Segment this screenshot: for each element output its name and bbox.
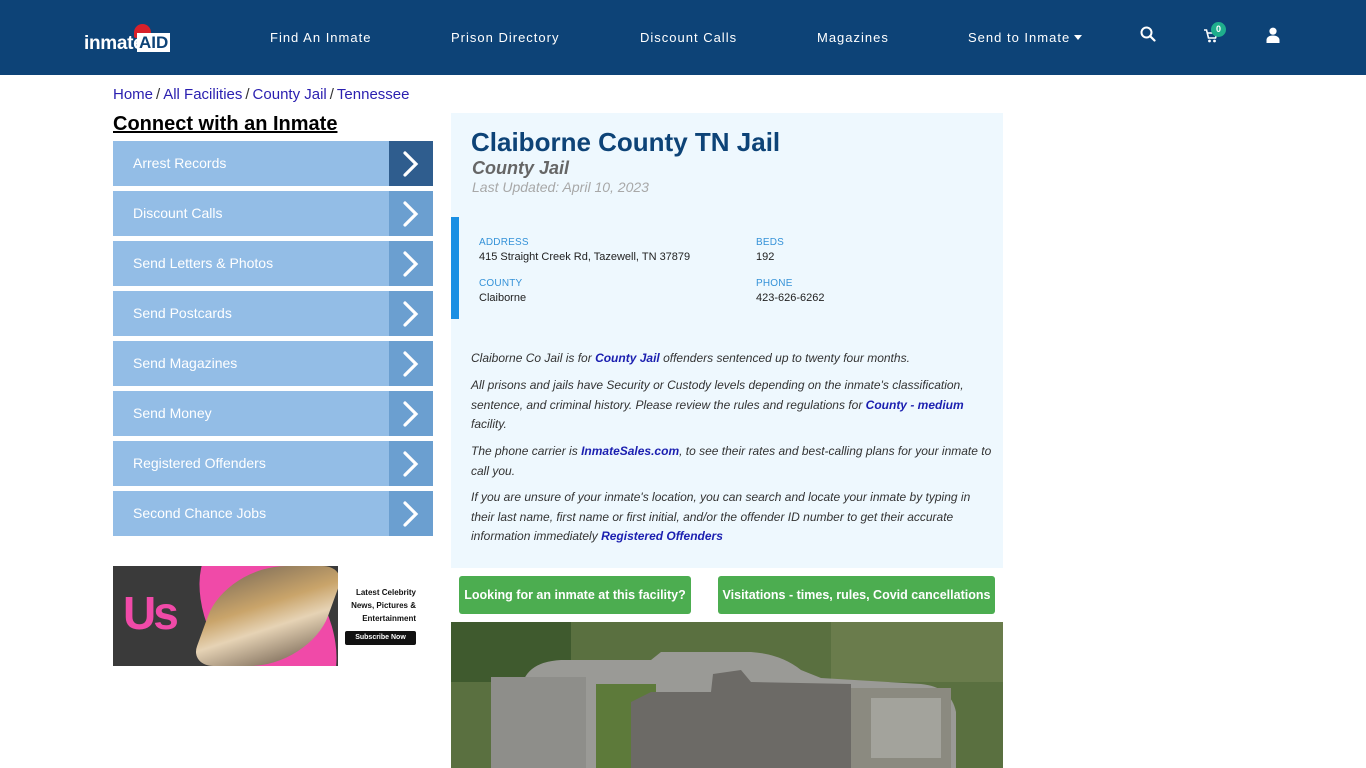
text: The phone carrier is bbox=[471, 444, 582, 458]
search-icon[interactable] bbox=[1140, 26, 1160, 46]
nav-prison-directory[interactable]: Prison Directory bbox=[451, 30, 559, 45]
sidebar-item-send-magazines[interactable]: Send Magazines bbox=[113, 341, 433, 386]
chevron-right-icon bbox=[389, 191, 433, 236]
description-paragraph: Claiborne Co Jail is for County Jail off… bbox=[471, 349, 996, 369]
facility-card: Claiborne County TN Jail County Jail Las… bbox=[451, 113, 1003, 568]
sidebar-item-send-money[interactable]: Send Money bbox=[113, 391, 433, 436]
nav-send-to-inmate[interactable]: Send to Inmate bbox=[968, 30, 1083, 45]
text: offenders sentenced up to twenty four mo… bbox=[659, 351, 910, 365]
address-label: ADDRESS bbox=[479, 237, 529, 248]
sidebar-item-label: Send Magazines bbox=[133, 355, 238, 371]
beds-label: BEDS bbox=[756, 237, 785, 248]
chevron-right-icon bbox=[389, 341, 433, 386]
sidebar-item-second-chance-jobs[interactable]: Second Chance Jobs bbox=[113, 491, 433, 536]
county-medium-link[interactable]: County - medium bbox=[866, 398, 964, 412]
chevron-right-icon bbox=[389, 141, 433, 186]
sidebar-item-send-letters-photos[interactable]: Send Letters & Photos bbox=[113, 241, 433, 286]
description-paragraph: The phone carrier is InmateSales.com, to… bbox=[471, 442, 996, 481]
phone-label: PHONE bbox=[756, 278, 793, 289]
ad-brand-logo: Us bbox=[123, 587, 179, 639]
sidebar-item-label: Arrest Records bbox=[133, 155, 227, 171]
inmatesales-link[interactable]: InmateSales.com bbox=[581, 444, 679, 458]
facility-type: County Jail bbox=[472, 158, 570, 178]
breadcrumb-home[interactable]: Home bbox=[113, 86, 153, 103]
address-value: 415 Straight Creek Rd, Tazewell, TN 3787… bbox=[479, 251, 691, 263]
breadcrumb: Home / All Facilities / County Jail / Tennesse… bbox=[113, 86, 409, 103]
nav-magazines[interactable]: Magazines bbox=[817, 30, 889, 45]
connect-menu: Arrest Records Discount Calls Send Lette… bbox=[113, 141, 433, 541]
inmateaid-logo[interactable]: inmate AID bbox=[84, 24, 184, 54]
text: Claiborne Co Jail is for bbox=[471, 351, 596, 365]
facility-aerial-photo bbox=[451, 622, 1003, 768]
top-navbar: inmate AID Find An Inmate Prison Directo… bbox=[0, 0, 1366, 75]
county-field: COUNTY Claiborne bbox=[479, 278, 526, 304]
county-value: Claiborne bbox=[479, 292, 527, 304]
phone-field: PHONE 423-626-6262 bbox=[756, 278, 825, 304]
sidebar-item-label: Send Letters & Photos bbox=[133, 255, 274, 271]
us-weekly-ad-banner[interactable]: Us Latest Celebrity News, Pictures & Ent… bbox=[113, 566, 433, 666]
text: facility. bbox=[471, 417, 507, 431]
sidebar-item-label: Send Money bbox=[133, 405, 212, 421]
address-field: ADDRESS 415 Straight Creek Rd, Tazewell,… bbox=[479, 237, 690, 263]
breadcrumb-separator: / bbox=[245, 86, 250, 103]
county-jail-link[interactable]: County Jail bbox=[595, 351, 660, 365]
sidebar-item-registered-offenders[interactable]: Registered Offenders bbox=[113, 441, 433, 486]
sidebar-item-label: Second Chance Jobs bbox=[133, 505, 267, 521]
breadcrumb-separator: / bbox=[156, 86, 161, 103]
ad-tagline: Latest Celebrity News, Pictures & Entert… bbox=[351, 588, 416, 623]
chevron-right-icon bbox=[389, 241, 433, 286]
sidebar-item-discount-calls[interactable]: Discount Calls bbox=[113, 191, 433, 236]
description-paragraph: If you are unsure of your inmate's locat… bbox=[471, 488, 996, 547]
sidebar-item-label: Discount Calls bbox=[133, 205, 223, 221]
county-label: COUNTY bbox=[479, 278, 523, 289]
breadcrumb-separator: / bbox=[329, 86, 334, 103]
description-paragraph: All prisons and jails have Security or C… bbox=[471, 376, 996, 435]
chevron-right-icon bbox=[389, 491, 433, 536]
sidebar-item-send-postcards[interactable]: Send Postcards bbox=[113, 291, 433, 336]
nav-find-an-inmate[interactable]: Find An Inmate bbox=[270, 30, 371, 45]
nav-discount-calls[interactable]: Discount Calls bbox=[640, 30, 737, 45]
info-accent-bar bbox=[451, 217, 459, 319]
chevron-right-icon bbox=[389, 441, 433, 486]
visitations-button[interactable]: Visitations - times, rules, Covid cancel… bbox=[718, 576, 995, 614]
sidebar-item-arrest-records[interactable]: Arrest Records bbox=[113, 141, 433, 186]
nav-send-to-inmate-label: Send to Inmate bbox=[968, 30, 1071, 45]
last-updated: Last Updated: April 10, 2023 bbox=[472, 179, 649, 195]
sidebar-item-label: Registered Offenders bbox=[133, 455, 266, 471]
beds-value: 192 bbox=[756, 251, 775, 263]
chevron-right-icon bbox=[389, 391, 433, 436]
caret-down-icon bbox=[1074, 35, 1083, 40]
breadcrumb-tennessee[interactable]: Tennessee bbox=[337, 86, 410, 103]
registered-offenders-link[interactable]: Registered Offenders bbox=[601, 529, 723, 543]
sidebar-item-label: Send Postcards bbox=[133, 305, 232, 321]
cart-count-badge: 0 bbox=[1211, 22, 1226, 37]
aerial-image bbox=[451, 622, 1003, 768]
ad-subscribe-button[interactable]: Subscribe Now bbox=[345, 631, 416, 645]
connect-with-inmate-heading: Connect with an Inmate bbox=[113, 113, 338, 135]
phone-value[interactable]: 423-626-6262 bbox=[756, 292, 825, 304]
beds-field: BEDS 192 bbox=[756, 237, 784, 263]
breadcrumb-county-jail[interactable]: County Jail bbox=[253, 86, 327, 103]
chevron-right-icon bbox=[389, 291, 433, 336]
breadcrumb-all-facilities[interactable]: All Facilities bbox=[163, 86, 242, 103]
logo-accent: AID bbox=[137, 33, 171, 52]
find-inmate-at-facility-button[interactable]: Looking for an inmate at this facility? bbox=[459, 576, 691, 614]
facility-title: Claiborne County TN Jail bbox=[471, 127, 781, 157]
user-icon[interactable] bbox=[1266, 27, 1286, 47]
